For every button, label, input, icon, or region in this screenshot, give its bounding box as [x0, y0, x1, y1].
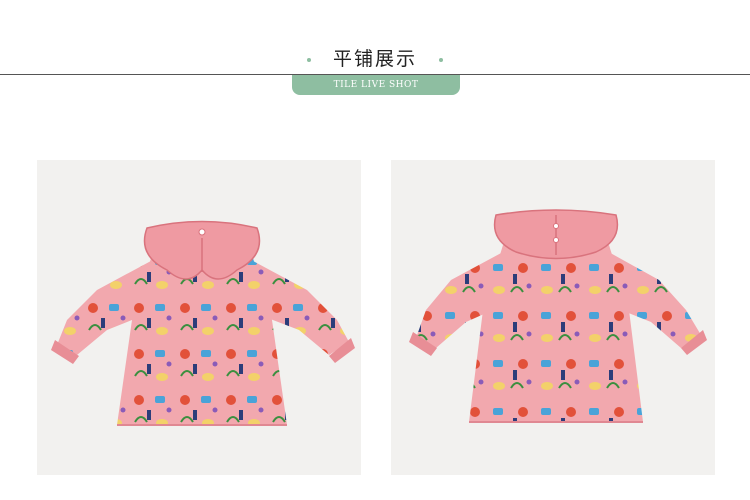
back-view-photo: [391, 160, 715, 475]
section-title: 平铺展示: [332, 48, 417, 70]
left-dot-icon: [306, 57, 311, 62]
title-row: 平铺展示: [0, 44, 750, 71]
right-dot-icon: [439, 57, 443, 62]
subtitle-text: TILE LIVE SHOT: [333, 80, 419, 90]
header-section: 平铺展示 TILE LIVE SHOT: [0, 0, 750, 100]
subtitle-badge: TILE LIVE SHOT: [292, 75, 460, 95]
dress-back-image: [409, 209, 707, 423]
dress-front-image: [51, 220, 355, 426]
front-view-photo: [37, 160, 361, 475]
